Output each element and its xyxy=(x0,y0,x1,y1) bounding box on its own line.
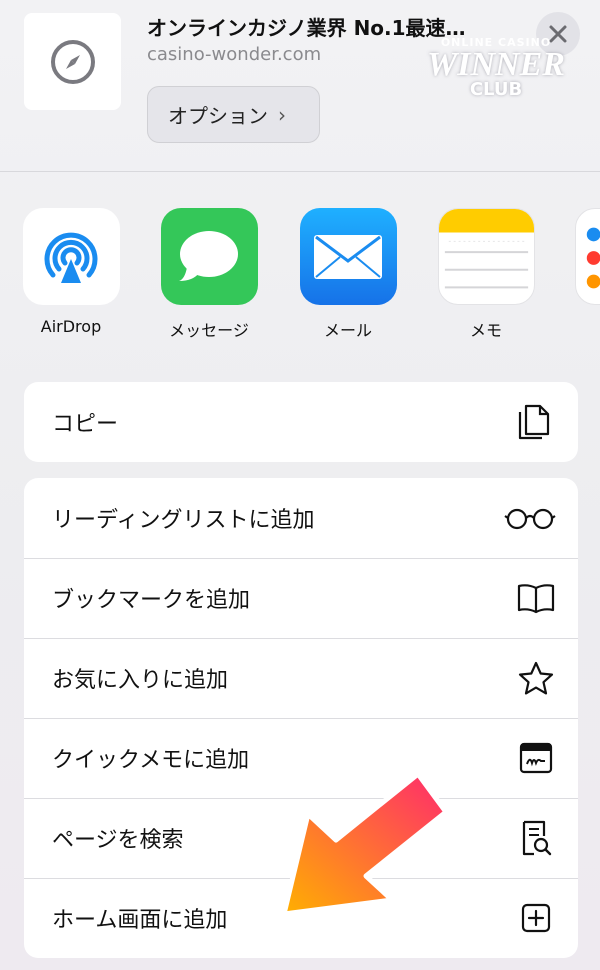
action-copy[interactable]: コピー xyxy=(24,382,578,462)
app-messages[interactable]: メッセージ xyxy=(159,208,259,341)
reminders-icon xyxy=(574,208,600,305)
book-icon xyxy=(516,578,556,618)
mail-icon xyxy=(299,208,397,305)
app-label: メール xyxy=(323,321,372,340)
app-label: メモ xyxy=(469,321,502,340)
app-label: AirDrop xyxy=(40,317,102,336)
glasses-icon xyxy=(504,498,556,538)
app-mail[interactable]: メール xyxy=(298,208,398,341)
compass-icon xyxy=(50,39,95,84)
watermark-sub-text: CLUB xyxy=(469,79,523,100)
pointer-arrow-icon xyxy=(281,771,449,917)
page-url: casino-wonder.com xyxy=(147,44,322,65)
notes-icon xyxy=(437,208,535,305)
action-label: リーディングリストに追加 xyxy=(52,508,315,533)
action-reading-list[interactable]: リーディングリストに追加 xyxy=(24,478,578,558)
app-reminders[interactable]: リマ xyxy=(573,208,600,341)
add-square-icon xyxy=(516,898,556,938)
app-airdrop[interactable]: AirDrop xyxy=(21,208,121,336)
app-notes[interactable]: メモ xyxy=(436,208,536,341)
action-label: お気に入りに追加 xyxy=(52,668,229,693)
close-button[interactable] xyxy=(536,12,580,56)
action-label: ページを検索 xyxy=(52,828,184,853)
page-title: オンラインカジノ業界 No.1最速… xyxy=(147,16,466,40)
action-label: クイックメモに追加 xyxy=(52,748,250,773)
action-label: コピー xyxy=(52,412,119,437)
app-label: リマ xyxy=(573,317,600,341)
options-label: オプション xyxy=(168,104,268,128)
action-label: ホーム画面に追加 xyxy=(52,908,228,933)
options-button[interactable]: オプション › xyxy=(147,86,320,143)
app-label: メッセージ xyxy=(169,321,249,340)
messages-icon xyxy=(160,208,258,305)
site-thumbnail xyxy=(24,13,121,110)
close-icon xyxy=(549,25,567,43)
share-sheet-header: オンラインカジノ業界 No.1最速… casino-wonder.com オプシ… xyxy=(0,0,600,172)
star-icon xyxy=(516,658,556,698)
copy-icon xyxy=(516,402,556,442)
app-share-row: AirDrop メッセージ メール メモ xyxy=(0,172,600,362)
find-on-page-icon xyxy=(516,818,556,858)
copy-group: コピー xyxy=(24,382,578,462)
action-add-favorites[interactable]: お気に入りに追加 xyxy=(24,638,578,718)
airdrop-icon xyxy=(22,208,120,305)
action-label: ブックマークを追加 xyxy=(52,588,251,613)
quick-note-icon xyxy=(516,738,556,778)
chevron-right-icon: › xyxy=(278,102,286,127)
action-add-bookmark[interactable]: ブックマークを追加 xyxy=(24,558,578,638)
